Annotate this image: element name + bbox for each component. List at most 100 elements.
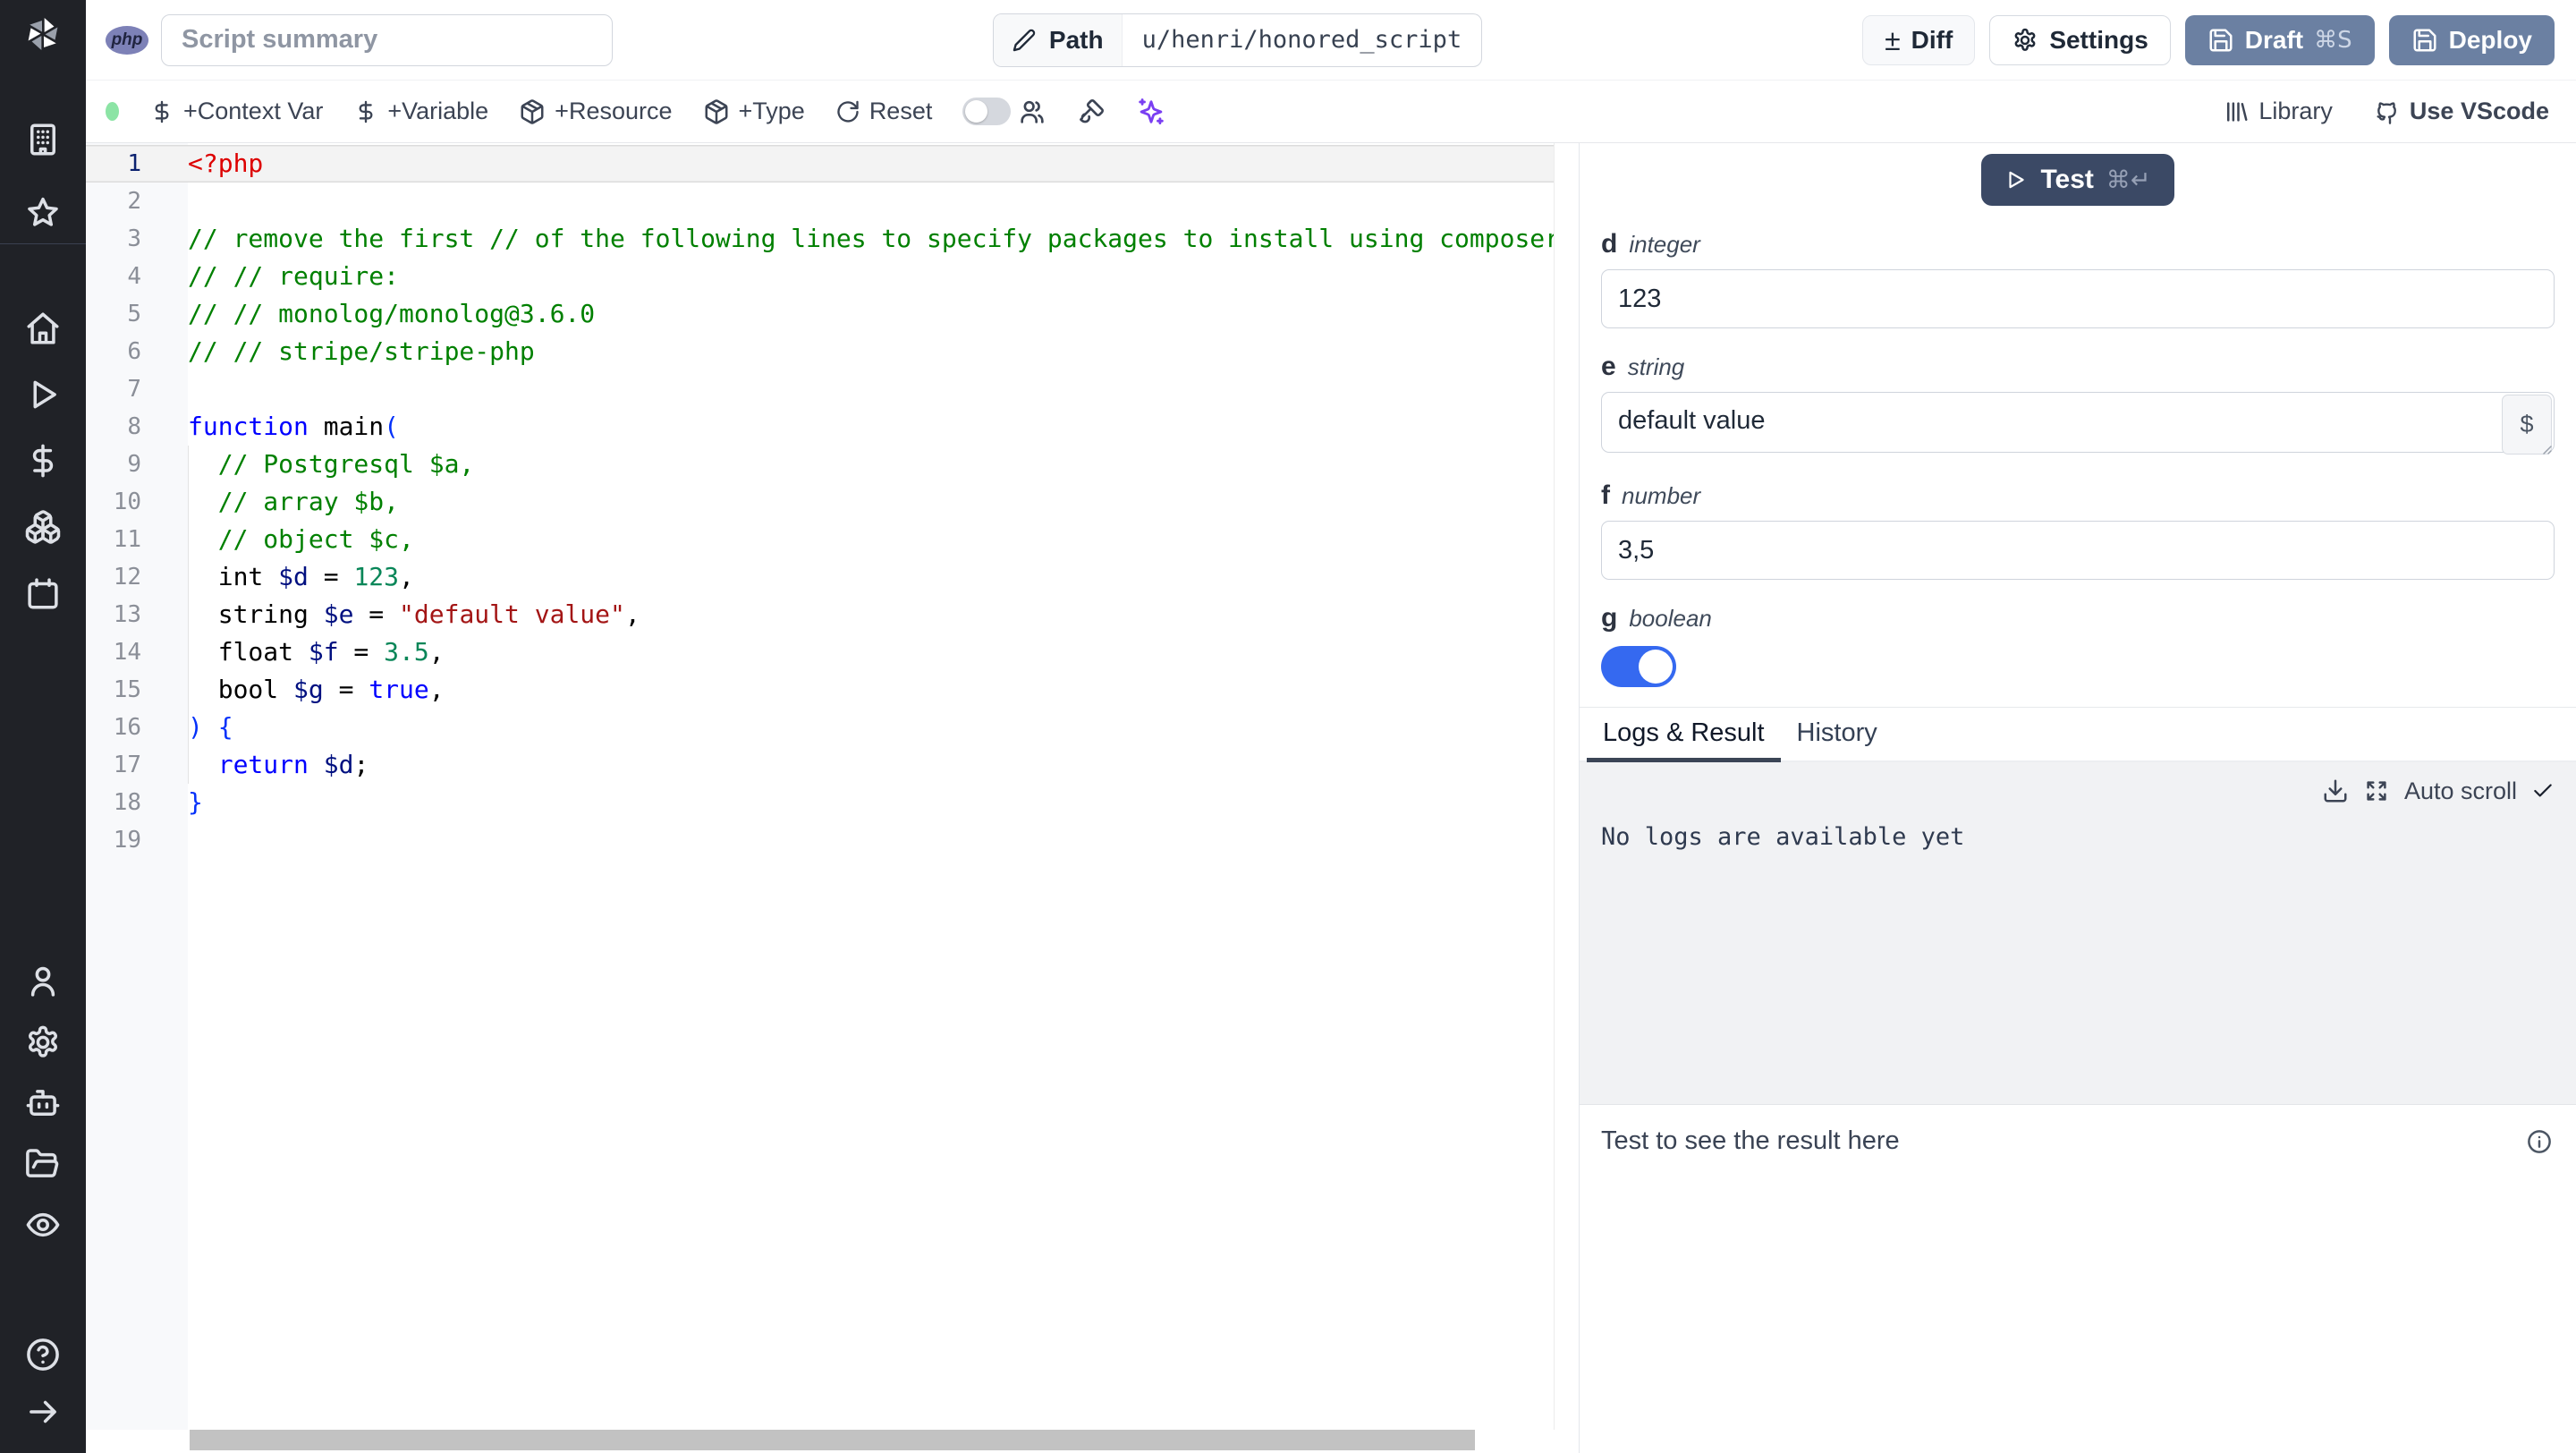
sidebar-home-button[interactable] <box>23 309 63 348</box>
arg-d-input[interactable] <box>1601 269 2555 328</box>
sidebar-audit-logs-button[interactable] <box>23 1205 63 1245</box>
line-number: 1 <box>127 150 141 177</box>
script-summary-input[interactable] <box>161 13 613 66</box>
code-line-11[interactable]: 11 // object $c, <box>86 521 1554 558</box>
editor-scroll-column <box>1554 143 1579 1430</box>
code-line-6[interactable]: 6// // stripe/stripe-php <box>86 333 1554 370</box>
code-line-18[interactable]: 18} <box>86 784 1554 821</box>
tab-history-label: History <box>1796 718 1877 747</box>
edit-path-button[interactable]: Path <box>993 13 1123 66</box>
sidebar-schedules-button[interactable] <box>23 574 63 613</box>
download-icon[interactable] <box>2322 777 2349 804</box>
multiplayer-toggle[interactable] <box>962 98 1012 125</box>
sidebar-runs-button[interactable] <box>23 375 63 414</box>
windmill-logo[interactable] <box>23 14 63 54</box>
code-line-17[interactable]: 17 return $d; <box>86 746 1554 784</box>
arg-e-textarea[interactable]: default value <box>1601 392 2555 453</box>
gear-icon <box>2014 28 2036 51</box>
logs-empty-message: No logs are available yet <box>1601 823 1965 851</box>
info-icon[interactable] <box>2526 1128 2553 1155</box>
code-editor[interactable]: 1 <?php 2 3// remove the first // of the fo… <box>86 143 1579 1453</box>
code-line-2[interactable]: 2 <box>86 183 1554 220</box>
path-group: Path u/henri/honored_script <box>992 13 1483 67</box>
code-line-1[interactable]: 1 <?php <box>86 145 1554 183</box>
sidebar-help-button[interactable] <box>23 1335 63 1374</box>
add-context-var-button[interactable]: +Context Var <box>149 98 323 125</box>
save-icon <box>2209 29 2233 51</box>
code-line-9[interactable]: 9 // Postgresql $a, <box>86 446 1554 483</box>
sidebar-resources-button[interactable] <box>23 507 63 547</box>
add-resource-label: +Resource <box>555 98 673 124</box>
robot-icon <box>26 1090 60 1116</box>
ai-assistant-button[interactable] <box>1136 97 1166 127</box>
arg-group-f: f number <box>1601 480 2555 580</box>
arg-f-input[interactable] <box>1601 521 2555 580</box>
line-number: 15 <box>113 676 141 703</box>
indent-guide <box>188 446 189 784</box>
code-line-8[interactable]: 8 function main( <box>86 408 1554 446</box>
dollar-icon <box>359 100 373 123</box>
path-value[interactable]: u/henri/honored_script <box>1123 14 1482 66</box>
code-line-12[interactable]: 12 int $d = 123, <box>86 558 1554 596</box>
arg-name: f <box>1601 480 1610 510</box>
code-line-13[interactable]: 13 string $e = "default value", <box>86 596 1554 633</box>
args-area: Test ⌘↵ d integer e string <box>1580 143 2576 707</box>
code-line-10[interactable]: 10 // array $b, <box>86 483 1554 521</box>
format-code-button[interactable] <box>1077 98 1106 126</box>
line-number: 14 <box>113 639 141 666</box>
expand-icon[interactable] <box>2363 777 2390 804</box>
arg-g-toggle[interactable] <box>1601 646 1676 687</box>
code-line-7[interactable]: 7 <box>86 370 1554 408</box>
sidebar-settings-button[interactable] <box>23 1023 63 1062</box>
sidebar-workers-button[interactable] <box>23 1083 63 1123</box>
sidebar-folders-button[interactable] <box>23 1144 63 1184</box>
result-placeholder: Test to see the result here <box>1601 1126 1900 1155</box>
sidebar-favorites-button[interactable] <box>23 193 63 233</box>
code-line-5[interactable]: 5// // monolog/monolog@3.6.0 <box>86 295 1554 333</box>
arrow-right-icon <box>30 1400 56 1423</box>
add-type-button[interactable]: +Type <box>703 98 805 125</box>
line-number: 17 <box>113 752 141 778</box>
reset-button[interactable]: Reset <box>835 98 933 125</box>
diff-button-label: Diff <box>1911 25 1953 54</box>
sidebar-account-button[interactable] <box>23 962 63 1001</box>
line-number: 2 <box>127 188 141 215</box>
add-resource-button[interactable]: +Resource <box>519 98 673 125</box>
code-line-4[interactable]: 4// // require: <box>86 258 1554 295</box>
diff-button[interactable]: ± Diff <box>1862 14 1976 65</box>
draft-button-label: Draft <box>2244 25 2304 54</box>
sidebar-workspace-button[interactable] <box>23 120 63 159</box>
code-line-15[interactable]: 15 bool $g = true, <box>86 671 1554 709</box>
tab-logs-result[interactable]: Logs & Result <box>1587 708 1781 762</box>
play-icon <box>2009 171 2025 189</box>
line-number: 8 <box>127 413 141 440</box>
deploy-button[interactable]: Deploy <box>2388 14 2555 65</box>
code-lines[interactable]: 1 <?php 2 3// remove the first // of the fo… <box>86 145 1554 1430</box>
tab-history[interactable]: History <box>1781 708 1894 762</box>
settings-button[interactable]: Settings <box>1989 14 2171 65</box>
folder-open-icon <box>26 1149 59 1177</box>
add-variable-button[interactable]: +Variable <box>353 98 488 125</box>
tab-logs-result-label: Logs & Result <box>1603 718 1765 747</box>
code-line-14[interactable]: 14 float $f = 3.5, <box>86 633 1554 671</box>
code-line-3[interactable]: 3// remove the first // of the following… <box>86 220 1554 258</box>
line-number: 4 <box>127 263 141 290</box>
draft-button[interactable]: Draft ⌘S <box>2184 14 2375 65</box>
deploy-button-label: Deploy <box>2448 25 2532 54</box>
sidebar-variables-button[interactable] <box>23 441 63 480</box>
language-badge-label: php <box>111 30 143 49</box>
status-dot <box>106 102 119 121</box>
path-label: Path <box>1048 25 1104 54</box>
autoscroll-label[interactable]: Auto scroll <box>2404 777 2517 805</box>
code-line-19[interactable]: 19 <box>86 821 1554 859</box>
sidebar-expand-button[interactable] <box>23 1392 63 1432</box>
library-button[interactable]: Library <box>2223 98 2333 125</box>
use-vscode-button[interactable]: Use VScode <box>2372 98 2549 126</box>
run-panel: Test ⌘↵ d integer e string <box>1579 143 2576 1453</box>
test-button[interactable]: Test ⌘↵ <box>1981 154 2174 206</box>
reset-label: Reset <box>869 98 933 124</box>
resize-handle-icon[interactable] <box>2538 441 2553 455</box>
code-line-16[interactable]: 16) { <box>86 709 1554 746</box>
horizontal-scrollbar[interactable] <box>190 1430 1475 1450</box>
arg-type: number <box>1622 482 1701 509</box>
